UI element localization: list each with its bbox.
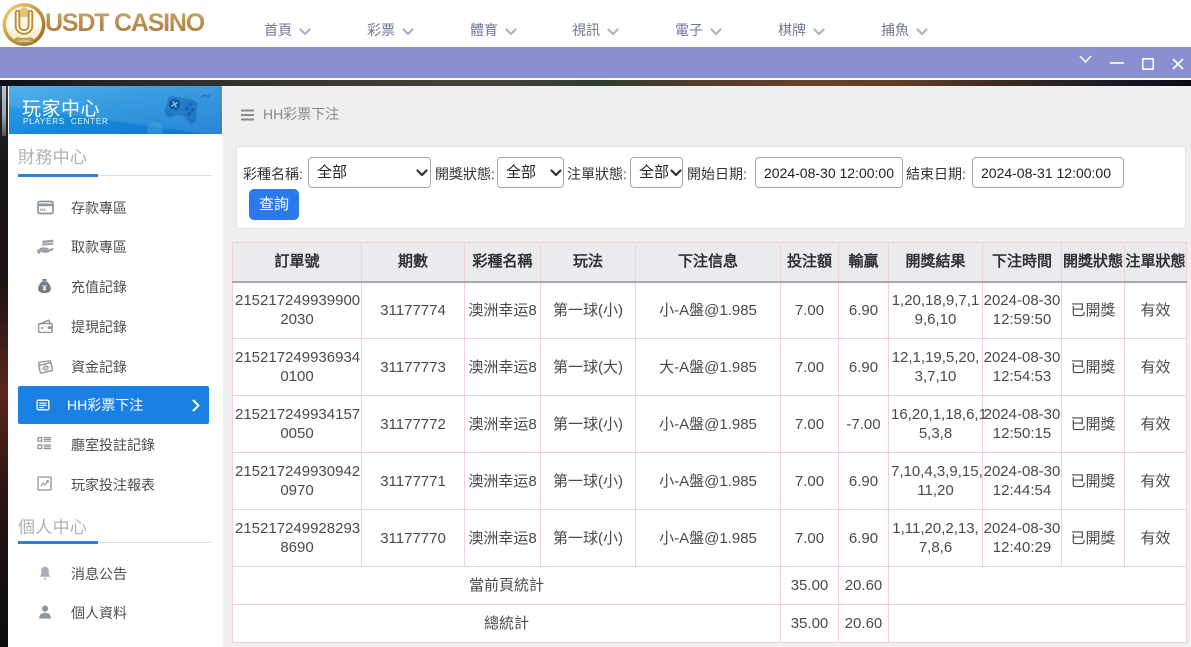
svg-text:CASINO: CASINO	[17, 39, 31, 43]
